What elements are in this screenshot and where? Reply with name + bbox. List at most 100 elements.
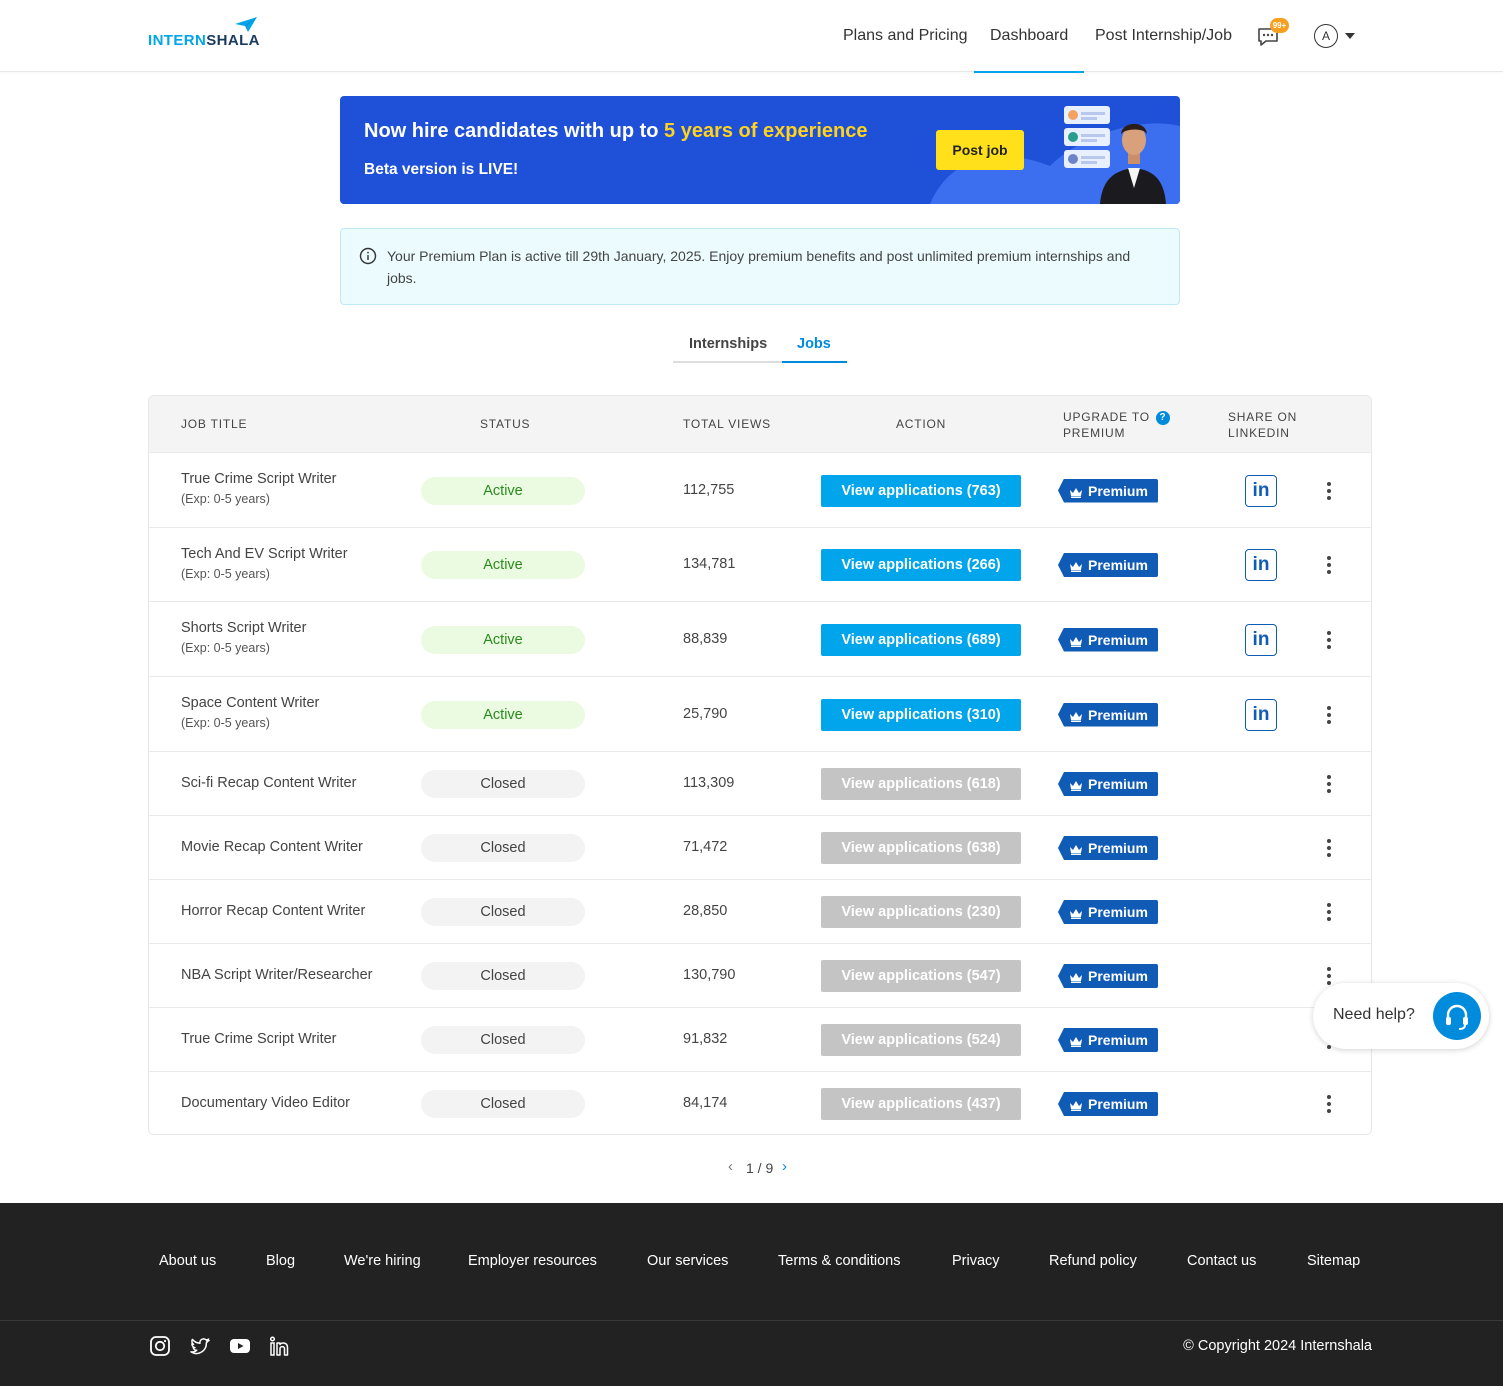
- share-linkedin-button[interactable]: in: [1245, 549, 1277, 581]
- need-help-widget[interactable]: Need help?: [1313, 983, 1489, 1049]
- top-header: INTERNSHALA Plans and Pricing Dashboard …: [0, 0, 1503, 73]
- total-views: 28,850: [683, 903, 728, 919]
- instagram-icon[interactable]: [149, 1335, 171, 1357]
- view-applications-button[interactable]: View applications (547): [821, 960, 1021, 992]
- job-title[interactable]: Horror Recap Content Writer: [181, 903, 365, 919]
- footer-link-sitemap[interactable]: Sitemap: [1307, 1253, 1360, 1269]
- more-options-icon[interactable]: [1326, 839, 1332, 859]
- premium-upgrade-button[interactable]: Premium: [1058, 627, 1158, 652]
- youtube-icon[interactable]: [229, 1335, 251, 1357]
- premium-upgrade-button[interactable]: Premium: [1058, 900, 1158, 924]
- more-options-icon[interactable]: [1326, 775, 1332, 795]
- view-applications-button[interactable]: View applications (763): [821, 474, 1021, 507]
- table-row: True Crime Script Writer (Exp: 0-5 years)…: [149, 452, 1371, 527]
- premium-label: Premium: [1088, 904, 1148, 920]
- premium-upgrade-button[interactable]: Premium: [1058, 772, 1158, 796]
- premium-upgrade-button[interactable]: Premium: [1058, 1028, 1158, 1052]
- premium-label: Premium: [1088, 1032, 1148, 1048]
- avatar[interactable]: A: [1314, 24, 1338, 48]
- premium-upgrade-button[interactable]: Premium: [1058, 836, 1158, 860]
- internshala-logo[interactable]: INTERNSHALA: [148, 16, 268, 50]
- table-row: Documentary Video Editor Closed 84,174 View…: [149, 1071, 1371, 1134]
- more-options-icon[interactable]: [1326, 967, 1332, 987]
- view-applications-button[interactable]: View applications (638): [821, 832, 1021, 864]
- more-options-icon[interactable]: [1326, 903, 1332, 923]
- chevron-left-icon[interactable]: ‹: [728, 1158, 733, 1175]
- footer-link-blog[interactable]: Blog: [266, 1253, 295, 1269]
- job-title[interactable]: Documentary Video Editor: [181, 1095, 350, 1111]
- status-badge: Closed: [421, 1090, 585, 1118]
- job-title[interactable]: Sci-fi Recap Content Writer: [181, 775, 356, 791]
- more-options-icon[interactable]: [1326, 705, 1332, 726]
- table-row: Shorts Script Writer (Exp: 0-5 years) Acti…: [149, 601, 1371, 676]
- help-icon[interactable]: ?: [1155, 410, 1170, 425]
- linkedin-icon[interactable]: [269, 1335, 291, 1357]
- notice-text: Your Premium Plan is active till 29th Ja…: [387, 248, 1131, 286]
- table-row: Movie Recap Content Writer Closed 71,472 Vi…: [149, 815, 1371, 879]
- header-upgrade-to-premium: Upgrade to? premium: [1063, 409, 1170, 441]
- view-applications-button[interactable]: View applications (310): [821, 698, 1021, 731]
- job-title[interactable]: Movie Recap Content Writer: [181, 839, 363, 855]
- post-job-button[interactable]: Post job: [936, 130, 1024, 170]
- nav-dashboard[interactable]: Dashboard: [973, 0, 1085, 73]
- more-options-icon[interactable]: [1326, 630, 1332, 651]
- footer-link-terms[interactable]: Terms & conditions: [778, 1253, 901, 1269]
- more-options-icon[interactable]: [1326, 481, 1332, 502]
- status-badge: Closed: [421, 834, 585, 862]
- job-title[interactable]: NBA Script Writer/Researcher: [181, 967, 373, 983]
- footer-link-contact-us[interactable]: Contact us: [1187, 1253, 1256, 1269]
- crown-icon: [1070, 1101, 1082, 1111]
- footer-link-privacy[interactable]: Privacy: [952, 1253, 1000, 1269]
- view-applications-button[interactable]: View applications (618): [821, 768, 1021, 800]
- caret-down-icon[interactable]: [1345, 33, 1355, 39]
- more-options-icon[interactable]: [1326, 556, 1332, 576]
- crown-icon: [1070, 781, 1082, 791]
- header-total-views: Total views: [683, 417, 771, 431]
- footer-link-were-hiring[interactable]: We're hiring: [344, 1253, 421, 1269]
- premium-upgrade-button[interactable]: Premium: [1058, 702, 1158, 727]
- crown-icon: [1070, 562, 1082, 572]
- crown-icon: [1070, 909, 1082, 919]
- tab-jobs[interactable]: Jobs: [797, 336, 831, 352]
- footer-link-about-us[interactable]: About us: [159, 1253, 216, 1269]
- footer-link-refund-policy[interactable]: Refund policy: [1049, 1253, 1137, 1269]
- banner-subtitle: Beta version is LIVE!: [364, 161, 519, 178]
- job-title[interactable]: Shorts Script Writer: [181, 620, 306, 636]
- job-title[interactable]: Tech And EV Script Writer: [181, 546, 348, 562]
- nav-plans-and-pricing[interactable]: Plans and Pricing: [843, 0, 968, 72]
- footer-link-our-services[interactable]: Our services: [647, 1253, 728, 1269]
- premium-upgrade-button[interactable]: Premium: [1058, 964, 1158, 988]
- job-experience: (Exp: 0-5 years): [181, 567, 270, 581]
- tab-internships[interactable]: Internships: [689, 336, 767, 352]
- premium-upgrade-button[interactable]: Premium: [1058, 553, 1158, 577]
- table-row: Space Content Writer (Exp: 0-5 years) Acti…: [149, 676, 1371, 751]
- job-title[interactable]: True Crime Script Writer: [181, 471, 337, 487]
- table-row: Horror Recap Content Writer Closed 28,850 V…: [149, 879, 1371, 943]
- status-badge: Active: [421, 700, 585, 729]
- status-badge: Closed: [421, 770, 585, 798]
- header-share-line2: LinkedIn: [1228, 426, 1290, 440]
- premium-label: Premium: [1088, 840, 1148, 856]
- view-applications-button[interactable]: View applications (437): [821, 1088, 1021, 1120]
- share-linkedin-button[interactable]: in: [1245, 698, 1277, 731]
- share-linkedin-button[interactable]: in: [1245, 623, 1277, 656]
- premium-label: Premium: [1088, 776, 1148, 792]
- job-title[interactable]: Space Content Writer: [181, 695, 319, 711]
- chevron-right-icon[interactable]: ›: [782, 1158, 787, 1175]
- view-applications-button[interactable]: View applications (524): [821, 1024, 1021, 1056]
- premium-upgrade-button[interactable]: Premium: [1058, 478, 1158, 503]
- job-title[interactable]: True Crime Script Writer: [181, 1031, 337, 1047]
- total-views: 88,839: [683, 630, 728, 647]
- footer-link-employer-resources[interactable]: Employer resources: [468, 1253, 597, 1269]
- crown-icon: [1070, 711, 1082, 722]
- job-title-cell: NBA Script Writer/Researcher: [181, 967, 373, 983]
- view-applications-button[interactable]: View applications (230): [821, 896, 1021, 928]
- header-action: Action: [896, 417, 947, 431]
- premium-upgrade-button[interactable]: Premium: [1058, 1092, 1158, 1116]
- view-applications-button[interactable]: View applications (689): [821, 623, 1021, 656]
- share-linkedin-button[interactable]: in: [1245, 474, 1277, 507]
- twitter-icon[interactable]: [189, 1335, 211, 1357]
- more-options-icon[interactable]: [1326, 1095, 1332, 1115]
- view-applications-button[interactable]: View applications (266): [821, 549, 1021, 581]
- nav-post-internship-job[interactable]: Post Internship/Job: [1095, 0, 1232, 72]
